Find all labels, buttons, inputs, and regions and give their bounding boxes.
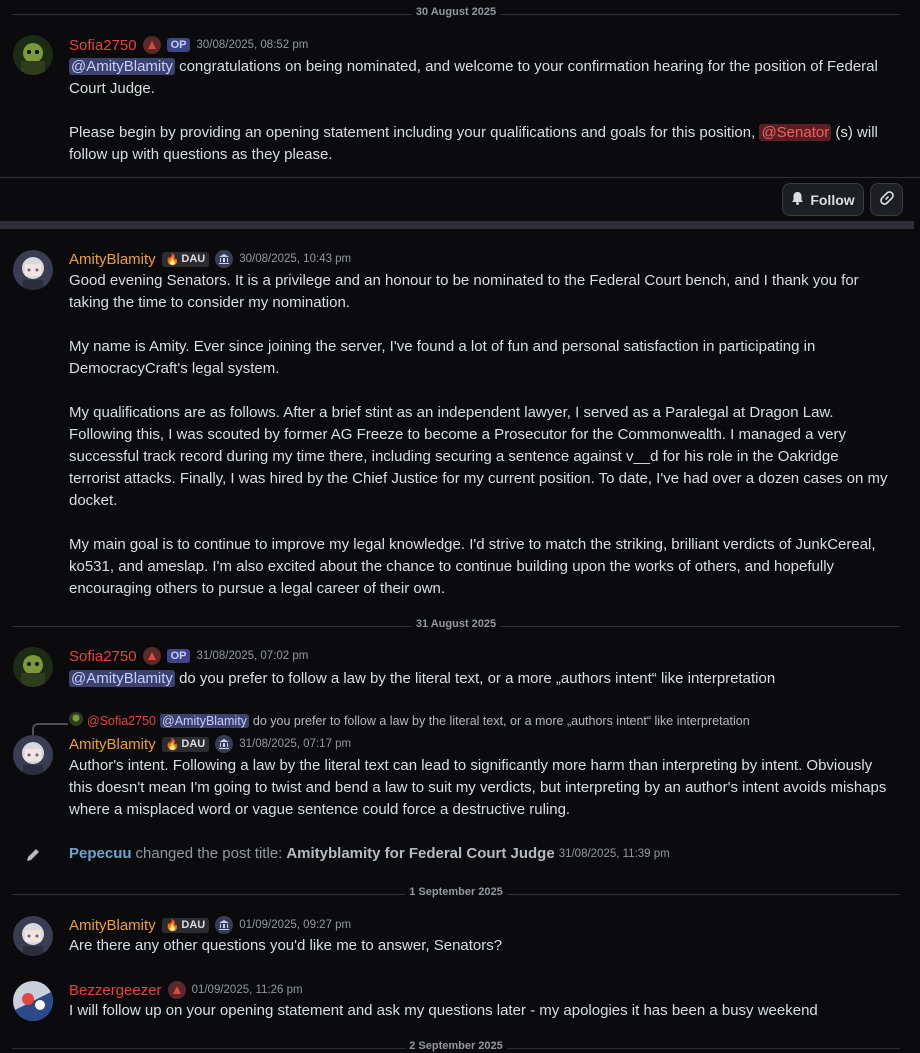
message-header: Sofia2750 OP 31/08/2025, 07:02 pm (69, 647, 308, 665)
dau-badge: 🔥 DAU (161, 251, 210, 267)
small-avatar-icon (69, 712, 83, 729)
dau-badge: 🔥 DAU (161, 917, 210, 933)
link-icon (879, 191, 894, 208)
username[interactable]: AmityBlamity (69, 917, 156, 934)
user-mention[interactable]: @AmityBlamity (69, 58, 175, 75)
timestamp: 31/08/2025, 11:39 pm (558, 847, 670, 860)
username[interactable]: Sofia2750 (69, 648, 137, 665)
section-divider (0, 221, 914, 229)
timestamp: 01/09/2025, 11:26 pm (191, 984, 303, 996)
message-content: Good evening Senators. It is a privilege… (69, 272, 888, 597)
date-divider: 30 August 2025 (12, 6, 900, 18)
reply-connector (32, 723, 68, 735)
timestamp: 31/08/2025, 07:02 pm (196, 650, 309, 662)
avatar[interactable] (13, 981, 53, 1021)
message-header: Sofia2750 OP 30/08/2025, 08:52 pm (69, 36, 308, 54)
username[interactable]: AmityBlamity (69, 736, 156, 753)
reply-preview[interactable]: @Sofia2750 @AmityBlamity do you prefer t… (69, 712, 750, 729)
role-icon (167, 981, 186, 999)
role-icon (142, 36, 161, 54)
timestamp: 30/08/2025, 10:43 pm (239, 253, 352, 265)
fire-icon: 🔥 (165, 738, 180, 751)
avatar[interactable] (13, 916, 53, 956)
separator (0, 177, 920, 178)
message-content: I will follow up on your opening stateme… (69, 1002, 818, 1019)
op-badge: OP (166, 38, 191, 52)
court-icon (215, 735, 234, 753)
system-message: Pepecuu changed the post title: Amitybla… (69, 845, 670, 862)
avatar[interactable] (13, 647, 53, 687)
dau-badge: 🔥 DAU (161, 736, 210, 752)
follow-button[interactable]: Follow (782, 183, 864, 216)
username[interactable]: Pepecuu (69, 845, 132, 862)
username[interactable]: Bezzergeezer (69, 982, 162, 999)
fire-icon: 🔥 (165, 919, 180, 932)
message-header: AmityBlamity 🔥 DAU 31/08/2025, 07:17 pm (69, 735, 351, 753)
date-divider: 1 September 2025 (12, 886, 900, 898)
message-content: @AmityBlamity congratulations on being n… (69, 58, 878, 163)
avatar[interactable] (13, 735, 53, 775)
pencil-icon (25, 847, 41, 867)
message-content: Author's intent. Following a law by the … (69, 757, 887, 818)
bell-icon (791, 191, 804, 208)
role-mention[interactable]: @Senator (759, 124, 832, 141)
court-icon (215, 250, 234, 268)
copy-link-button[interactable] (870, 183, 903, 216)
message-content: Are there any other questions you'd like… (69, 937, 503, 954)
date-divider: 31 August 2025 (12, 618, 900, 630)
message-content: @AmityBlamity do you prefer to follow a … (69, 670, 776, 687)
username[interactable]: Sofia2750 (69, 37, 137, 54)
timestamp: 31/08/2025, 07:17 pm (239, 738, 352, 750)
post-title: Amityblamity for Federal Court Judge (286, 845, 555, 862)
court-icon (215, 916, 234, 934)
date-divider: 2 September 2025 (12, 1040, 900, 1052)
role-icon (142, 647, 161, 665)
op-badge: OP (166, 649, 191, 663)
avatar[interactable] (13, 35, 53, 75)
message-header: AmityBlamity 🔥 DAU 01/09/2025, 09:27 pm (69, 916, 351, 934)
timestamp: 01/09/2025, 09:27 pm (239, 919, 352, 931)
timestamp: 30/08/2025, 08:52 pm (196, 39, 309, 51)
avatar[interactable] (13, 250, 53, 290)
fire-icon: 🔥 (165, 253, 180, 266)
message-header: AmityBlamity 🔥 DAU 30/08/2025, 10:43 pm (69, 250, 351, 268)
username[interactable]: AmityBlamity (69, 251, 156, 268)
user-mention[interactable]: @AmityBlamity (69, 670, 175, 687)
message-header: Bezzergeezer 01/09/2025, 11:26 pm (69, 981, 303, 999)
